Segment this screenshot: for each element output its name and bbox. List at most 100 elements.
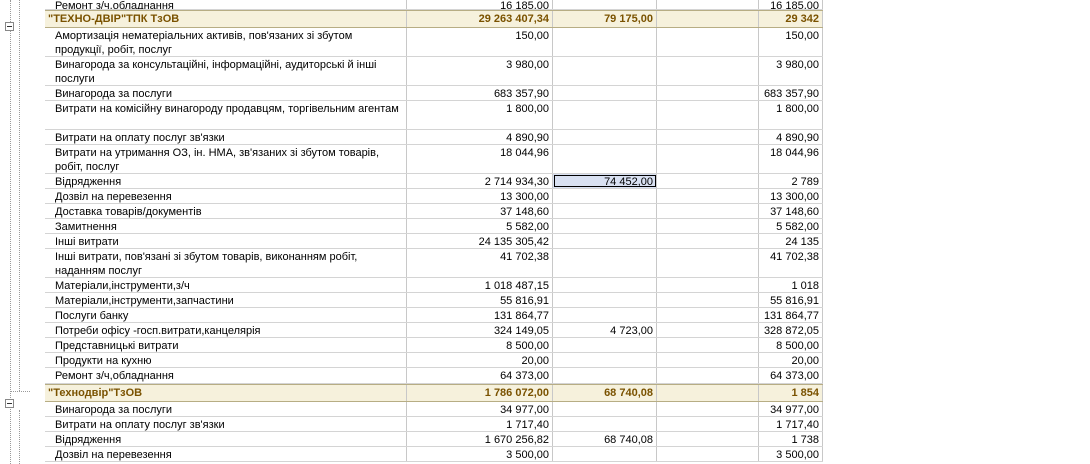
table-row[interactable]: Представницькі витрати 8 500,00 8 500,00	[45, 338, 823, 353]
amount-cell[interactable]: 1 018 487,15	[407, 278, 553, 292]
row-label[interactable]: Дозвіл на перевезення	[45, 189, 407, 203]
amount-cell[interactable]	[657, 0, 759, 9]
amount-cell[interactable]	[657, 11, 759, 27]
amount-cell[interactable]	[553, 0, 657, 9]
amount-cell[interactable]	[657, 204, 759, 218]
row-label[interactable]: Відрядження	[45, 174, 407, 188]
total-cell[interactable]: 1 854 812,08	[759, 385, 823, 401]
amount-cell[interactable]	[657, 308, 759, 322]
amount-cell[interactable]	[657, 234, 759, 248]
collapse-toggle-icon[interactable]	[5, 22, 14, 31]
row-label[interactable]: Винагорода за послуги	[45, 86, 407, 100]
amount-cell[interactable]	[657, 368, 759, 383]
total-cell[interactable]: 24 135 305,42	[759, 234, 823, 248]
amount-cell[interactable]	[657, 28, 759, 56]
amount-cell[interactable]	[553, 417, 657, 431]
amount-cell[interactable]: 1 786 072,00	[407, 385, 553, 401]
total-cell[interactable]: 1 717,40	[759, 417, 823, 431]
total-cell[interactable]: 2 789 386,30	[759, 174, 823, 188]
row-label[interactable]: Витрати на утримання ОЗ, ін. НМА, зв'яза…	[45, 145, 407, 173]
row-label[interactable]: Інші витрати, пов'язані зі збутом товарі…	[45, 249, 407, 277]
amount-cell[interactable]	[553, 293, 657, 307]
amount-cell[interactable]	[657, 145, 759, 173]
selected-cell[interactable]: 74 452,00	[553, 174, 657, 188]
amount-cell[interactable]: 150,00	[407, 28, 553, 56]
collapse-toggle-icon[interactable]	[5, 399, 14, 408]
amount-cell[interactable]	[553, 278, 657, 292]
amount-cell[interactable]	[657, 323, 759, 337]
total-cell[interactable]: 37 148,60	[759, 204, 823, 218]
amount-cell[interactable]: 3 980,00	[407, 57, 553, 85]
row-label[interactable]: Витрати на комісійну винагороду продавця…	[45, 101, 407, 129]
row-label[interactable]: Витрати на оплату послуг зв'язки	[45, 130, 407, 144]
table-row[interactable]: Витрати на оплату послуг зв'язки 4 890,90…	[45, 130, 823, 145]
table-row[interactable]: Дозвіл на перевезення 3 500,00 3 500,00	[45, 447, 823, 462]
amount-cell[interactable]	[553, 204, 657, 218]
table-row[interactable]: Матеріали,інструменти,з/ч 1 018 487,15 1 0…	[45, 278, 823, 293]
amount-cell[interactable]: 37 148,60	[407, 204, 553, 218]
row-label[interactable]: Винагорода за послуги	[45, 402, 407, 416]
table-row[interactable]: Доставка товарів/документів 37 148,60 37 1…	[45, 204, 823, 219]
total-cell[interactable]: 13 300,00	[759, 189, 823, 203]
row-label[interactable]: "Технодвір"ТзОВ	[45, 385, 407, 401]
amount-cell[interactable]	[553, 86, 657, 100]
row-label[interactable]: Матеріали,інструменти,з/ч	[45, 278, 407, 292]
amount-cell[interactable]: 68 740,08	[553, 385, 657, 401]
total-cell[interactable]: 16 185,00	[759, 0, 823, 9]
total-cell[interactable]: 64 373,00	[759, 368, 823, 383]
amount-cell[interactable]: 131 864,77	[407, 308, 553, 322]
total-cell[interactable]: 328 872,05	[759, 323, 823, 337]
amount-cell[interactable]	[553, 57, 657, 85]
amount-cell[interactable]	[553, 368, 657, 383]
amount-cell[interactable]	[553, 130, 657, 144]
total-cell[interactable]: 4 890,90	[759, 130, 823, 144]
table-row[interactable]: Винагорода за послуги 34 977,00 34 977,00	[45, 402, 823, 417]
amount-cell[interactable]	[657, 86, 759, 100]
total-cell[interactable]: 20,00	[759, 353, 823, 367]
amount-cell[interactable]	[657, 249, 759, 277]
amount-cell[interactable]: 68 740,08	[553, 432, 657, 446]
total-cell[interactable]: 34 977,00	[759, 402, 823, 416]
row-label[interactable]: Витрати на оплату послуг зв'язки	[45, 417, 407, 431]
amount-cell[interactable]	[657, 101, 759, 129]
table-row[interactable]: Інші витрати, пов'язані зі збутом товарі…	[45, 249, 823, 278]
table-row[interactable]: Матеріали,інструменти,запчастини 55 816,9…	[45, 293, 823, 308]
amount-cell[interactable]: 24 135 305,42	[407, 234, 553, 248]
amount-cell[interactable]	[657, 174, 759, 188]
amount-cell[interactable]	[553, 101, 657, 129]
amount-cell[interactable]	[553, 28, 657, 56]
amount-cell[interactable]: 1 800,00	[407, 101, 553, 129]
amount-cell[interactable]: 4 890,90	[407, 130, 553, 144]
amount-cell[interactable]	[657, 293, 759, 307]
amount-cell[interactable]	[553, 145, 657, 173]
total-cell[interactable]: 131 864,77	[759, 308, 823, 322]
amount-cell[interactable]	[553, 447, 657, 461]
amount-cell[interactable]: 8 500,00	[407, 338, 553, 352]
table-row[interactable]: Дозвіл на перевезення 13 300,00 13 300,00	[45, 189, 823, 204]
total-cell[interactable]: 150,00	[759, 28, 823, 56]
table-row[interactable]: Відрядження1 670 256,8268 740,08 1 738 99…	[45, 432, 823, 447]
amount-cell[interactable]	[553, 189, 657, 203]
total-cell[interactable]: 5 582,00	[759, 219, 823, 233]
amount-cell[interactable]	[553, 249, 657, 277]
row-label[interactable]: Ремонт з/ч,обладнання	[45, 368, 407, 383]
table-row[interactable]: Інші витрати24 135 305,4224 135 305,42	[45, 234, 823, 249]
total-cell[interactable]: 1 738 996,90	[759, 432, 823, 446]
amount-cell[interactable]: 683 357,90	[407, 86, 553, 100]
amount-cell[interactable]	[657, 447, 759, 461]
amount-cell[interactable]: 5 582,00	[407, 219, 553, 233]
amount-cell[interactable]: 1 670 256,82	[407, 432, 553, 446]
amount-cell[interactable]: 79 175,00	[553, 11, 657, 27]
row-label[interactable]: Амортизація нематеріальних активів, пов'…	[45, 28, 407, 56]
row-label[interactable]: Замитнення	[45, 219, 407, 233]
group-row[interactable]: "ТЕХНО-ДВІР"ТПК ТзОВ 29 263 407,34 79 175,…	[45, 10, 823, 28]
row-label[interactable]: Інші витрати	[45, 234, 407, 248]
total-cell[interactable]: 1 018 487,15	[759, 278, 823, 292]
amount-cell[interactable]: 16 185,00	[407, 0, 553, 9]
row-label[interactable]: Представницькі витрати	[45, 338, 407, 352]
row-label[interactable]: Ремонт з/ч,обладнання	[45, 0, 407, 9]
amount-cell[interactable]	[657, 385, 759, 401]
total-cell[interactable]: 18 044,96	[759, 145, 823, 173]
amount-cell[interactable]	[657, 432, 759, 446]
table-row[interactable]: Витрати на оплату послуг зв'язки 1 717,40…	[45, 417, 823, 432]
